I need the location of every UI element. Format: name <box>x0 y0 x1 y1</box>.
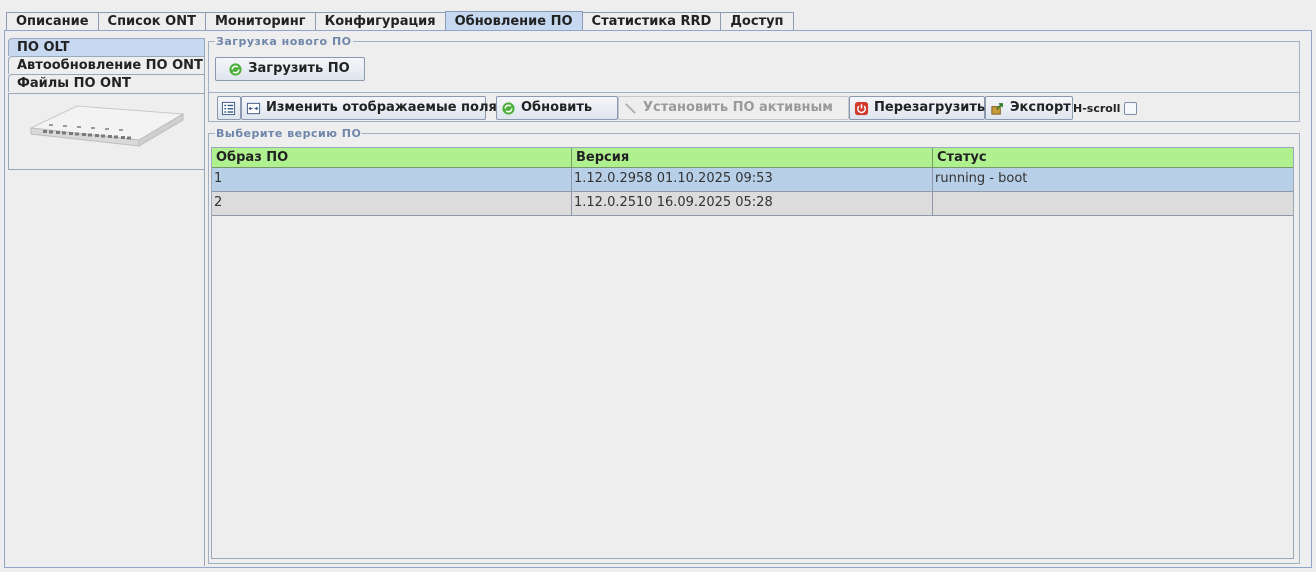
olt-device-image <box>29 105 185 147</box>
table-header: Образ ПО Версия Статус <box>212 148 1293 168</box>
tab-monitoring[interactable]: Мониторинг <box>204 12 316 31</box>
refresh-icon <box>229 62 242 76</box>
refresh-icon <box>502 101 515 115</box>
power-icon <box>854 101 869 115</box>
export-label: Экспорт <box>1010 100 1071 115</box>
nav-item-olt-firmware[interactable]: ПО OLT <box>8 38 204 56</box>
table-row[interactable]: 1 1.12.0.2958 01.10.2025 09:53 running -… <box>212 168 1293 192</box>
set-active-firmware-label: Установить ПО активным <box>643 100 833 115</box>
tab-configuration[interactable]: Конфигурация <box>314 12 446 31</box>
edit-columns-button[interactable]: Изменить отображаемые поля <box>241 96 497 120</box>
set-active-firmware-button[interactable]: Установить ПО активным <box>618 96 849 120</box>
device-image-panel <box>8 93 204 170</box>
tab-rrd-statistics[interactable]: Статистика RRD <box>581 12 722 31</box>
upload-firmware-group: Загрузка нового ПО Загрузить ПО <box>208 36 1300 93</box>
cell-image: 1 <box>212 168 572 191</box>
column-header-version[interactable]: Версия <box>572 148 933 168</box>
firmware-content: Загрузка нового ПО Загрузить ПО Изменить… <box>205 36 1305 566</box>
cell-status: running - boot <box>935 171 1028 186</box>
list-settings-icon <box>221 101 236 115</box>
tab-ont-list[interactable]: Список ONT <box>97 12 206 31</box>
hscroll-toggle[interactable]: H-scroll <box>1073 98 1138 118</box>
versions-group-legend: Выберите версию ПО <box>216 127 362 140</box>
export-icon <box>991 102 1003 115</box>
main-tabs: Описание Список ONT Мониторинг Конфигура… <box>6 11 794 31</box>
table-row[interactable]: 2 1.12.0.2510 16.09.2025 05:28 <box>212 192 1293 216</box>
cell-version: 1.12.0.2958 01.10.2025 09:53 <box>572 168 933 191</box>
nav-item-ont-autoupdate[interactable]: Автообновление ПО ONT <box>8 56 204 74</box>
edit-columns-label: Изменить отображаемые поля <box>266 100 497 115</box>
export-button[interactable]: Экспорт <box>985 96 1073 120</box>
hscroll-label: H-scroll <box>1073 101 1121 115</box>
refresh-button[interactable]: Обновить <box>496 96 618 120</box>
tab-content-frame: ПО OLT Автообновление ПО ONT Файлы ПО ON… <box>4 30 1312 568</box>
cell-version: 1.12.0.2510 16.09.2025 05:28 <box>572 192 933 215</box>
upload-firmware-label: Загрузить ПО <box>248 61 350 76</box>
reboot-button[interactable]: Перезагрузить <box>849 96 985 120</box>
columns-icon <box>246 102 261 114</box>
upload-group-legend: Загрузка нового ПО <box>216 35 352 48</box>
hscroll-checkbox[interactable] <box>1124 101 1138 115</box>
nav-item-ont-files[interactable]: Файлы ПО ONT <box>8 74 204 92</box>
left-navigation: ПО OLT Автообновление ПО ONT Файлы ПО ON… <box>8 38 204 170</box>
reboot-label: Перезагрузить <box>874 100 986 115</box>
table-settings-button[interactable] <box>217 96 241 120</box>
table-toolbar: Изменить отображаемые поля Обновить Уста… <box>208 92 1300 122</box>
tab-firmware-update[interactable]: Обновление ПО <box>444 11 583 31</box>
column-header-status[interactable]: Статус <box>933 148 1293 168</box>
tab-description[interactable]: Описание <box>6 12 99 31</box>
upload-firmware-button[interactable]: Загрузить ПО <box>215 57 365 81</box>
firmware-table: Образ ПО Версия Статус 1 1.12.0.2958 01.… <box>211 147 1294 559</box>
tab-access[interactable]: Доступ <box>720 12 794 31</box>
cell-image: 2 <box>212 192 572 215</box>
cell-status <box>933 192 1293 215</box>
refresh-label: Обновить <box>521 100 593 115</box>
wand-icon <box>625 102 636 114</box>
column-header-image[interactable]: Образ ПО <box>212 148 572 168</box>
